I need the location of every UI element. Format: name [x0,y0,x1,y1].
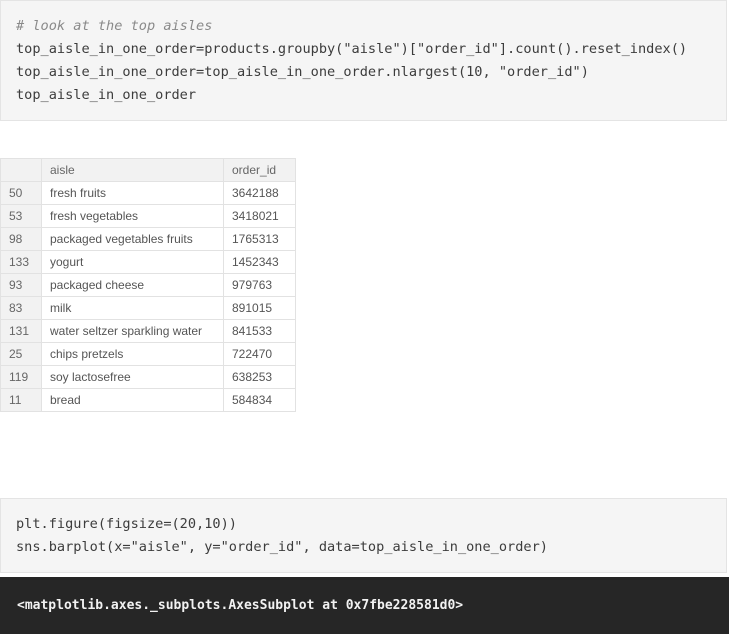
aisle-cell: fresh fruits [41,181,224,205]
index-column-header [0,158,42,182]
order-id-cell: 979763 [223,273,296,297]
row-index-cell: 83 [0,296,42,320]
table-header-row: aisle order_id [0,158,296,182]
aisle-cell: bread [41,388,224,412]
table-row: 83 milk 891015 [0,296,296,320]
row-index-cell: 25 [0,342,42,366]
table-row: 50 fresh fruits 3642188 [0,181,296,205]
order-id-column-header: order_id [223,158,296,182]
cell-output-text: <matplotlib.axes._subplots.AxesSubplot a… [0,577,729,634]
row-index-cell: 93 [0,273,42,297]
row-index-cell: 11 [0,388,42,412]
aisle-cell: soy lactosefree [41,365,224,389]
aisle-cell: fresh vegetables [41,204,224,228]
aisle-cell: chips pretzels [41,342,224,366]
order-id-cell: 638253 [223,365,296,389]
table-row: 133 yogurt 1452343 [0,250,296,274]
aisle-cell: water seltzer sparkling water [41,319,224,343]
order-id-cell: 841533 [223,319,296,343]
notebook-page: # look at the top aisles top_aisle_in_on… [0,0,729,634]
code-comment: # look at the top aisles [16,18,213,34]
row-index-cell: 119 [0,365,42,389]
aisle-cell: packaged vegetables fruits [41,227,224,251]
table-row: 11 bread 584834 [0,388,296,412]
aisle-column-header: aisle [41,158,224,182]
code-line: sns.barplot(x="aisle", y="order_id", dat… [16,539,548,555]
row-index-cell: 131 [0,319,42,343]
order-id-cell: 1765313 [223,227,296,251]
row-index-cell: 53 [0,204,42,228]
code-line: plt.figure(figsize=(20,10)) [16,516,237,532]
code-line: top_aisle_in_one_order=top_aisle_in_one_… [16,64,589,80]
code-line: top_aisle_in_one_order=products.groupby(… [16,41,688,57]
code-line: top_aisle_in_one_order [16,87,197,103]
order-id-cell: 1452343 [223,250,296,274]
aisle-cell: milk [41,296,224,320]
row-index-cell: 133 [0,250,42,274]
table-row: 131 water seltzer sparkling water 841533 [0,319,296,343]
table-row: 119 soy lactosefree 638253 [0,365,296,389]
table-row: 53 fresh vegetables 3418021 [0,204,296,228]
order-id-cell: 3418021 [223,204,296,228]
table-row: 25 chips pretzels 722470 [0,342,296,366]
aisle-cell: yogurt [41,250,224,274]
order-id-cell: 584834 [223,388,296,412]
table-row: 93 packaged cheese 979763 [0,273,296,297]
order-id-cell: 3642188 [223,181,296,205]
row-index-cell: 98 [0,227,42,251]
dataframe-output-table: aisle order_id 50 fresh fruits 3642188 53 fr… [0,158,296,412]
table-row: 98 packaged vegetables fruits 1765313 [0,227,296,251]
order-id-cell: 891015 [223,296,296,320]
row-index-cell: 50 [0,181,42,205]
code-cell-barplot[interactable]: plt.figure(figsize=(20,10)) sns.barplot(… [0,498,727,573]
aisle-cell: packaged cheese [41,273,224,297]
order-id-cell: 722470 [223,342,296,366]
code-cell-top-aisles[interactable]: # look at the top aisles top_aisle_in_on… [0,0,727,121]
